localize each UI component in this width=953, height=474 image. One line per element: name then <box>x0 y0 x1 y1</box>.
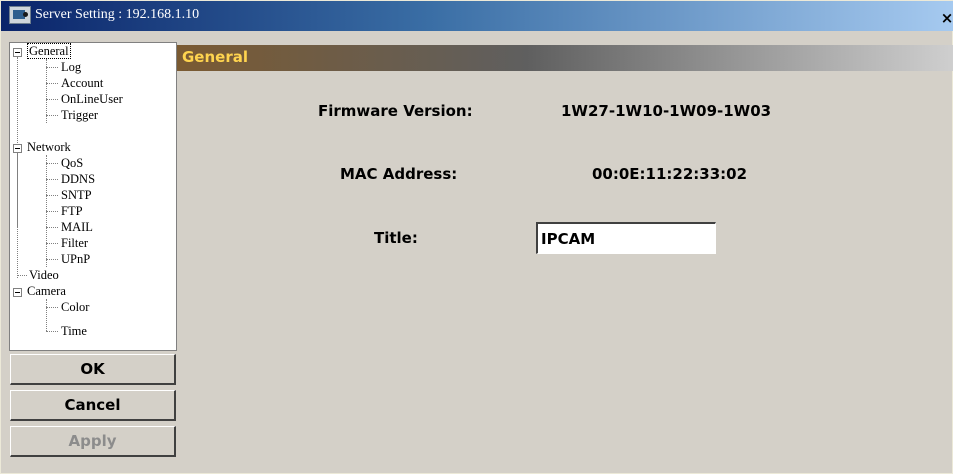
tree-connector <box>46 59 47 123</box>
tree-connector <box>46 331 58 332</box>
window-title: Server Setting : 192.168.1.10 <box>35 7 200 22</box>
ok-button[interactable]: OK <box>10 354 176 385</box>
mac-address-value: 00:0E:11:22:33:02 <box>592 165 748 183</box>
tree-item-time[interactable]: Time <box>61 323 87 339</box>
tree-connector <box>46 299 47 331</box>
camera-app-icon <box>9 6 31 24</box>
tree-connector <box>46 163 58 164</box>
tree-item-qos[interactable]: QoS <box>61 155 83 171</box>
tree-item-sntp[interactable]: SNTP <box>61 187 92 203</box>
tree-item-onlineuser[interactable]: OnLineUser <box>61 91 123 107</box>
tree-connector <box>46 179 58 180</box>
tree-item-camera[interactable]: Camera <box>27 283 66 299</box>
tree-connector <box>46 227 58 228</box>
tree-item-mail[interactable]: MAIL <box>61 219 93 235</box>
tree-connector <box>46 195 58 196</box>
collapse-icon[interactable] <box>13 48 22 57</box>
apply-button[interactable]: Apply <box>10 426 176 457</box>
tree-item-upnp[interactable]: UPnP <box>61 251 90 267</box>
collapse-icon[interactable] <box>13 144 22 153</box>
title-bar[interactable]: Server Setting : 192.168.1.10 × <box>1 1 953 31</box>
tree-connector <box>17 275 27 276</box>
tree-connector <box>46 307 58 308</box>
tree-item-video[interactable]: Video <box>29 267 59 283</box>
tree-connector <box>17 153 18 278</box>
firmware-version-label: Firmware Version: <box>318 102 473 120</box>
tree-connector <box>46 259 58 260</box>
server-setting-window: Server Setting : 192.168.1.10 × General … <box>0 0 953 474</box>
tree-connector <box>46 115 58 116</box>
tree-item-filter[interactable]: Filter <box>61 235 88 251</box>
tree-item-trigger[interactable]: Trigger <box>61 107 98 123</box>
mac-address-label: MAC Address: <box>340 165 458 183</box>
panel-title: General <box>182 48 248 66</box>
tree-connector <box>46 83 58 84</box>
tree-connector <box>46 211 58 212</box>
firmware-version-value: 1W27-1W10-1W09-1W03 <box>561 102 772 120</box>
tree-item-account[interactable]: Account <box>61 75 103 91</box>
title-label: Title: <box>374 229 418 247</box>
tree-item-log[interactable]: Log <box>61 59 81 75</box>
tree-connector <box>46 99 58 100</box>
cancel-button[interactable]: Cancel <box>10 390 176 421</box>
tree-connector <box>46 243 58 244</box>
tree-item-general[interactable]: General <box>27 43 71 59</box>
camera-lens-icon-part <box>23 12 28 17</box>
tree-connector <box>46 67 58 68</box>
tree-item-ddns[interactable]: DDNS <box>61 171 95 187</box>
panel-header: General <box>177 45 953 71</box>
tree-item-network[interactable]: Network <box>27 139 71 155</box>
close-icon[interactable]: × <box>940 10 953 26</box>
title-input[interactable] <box>536 222 716 254</box>
tree-item-color[interactable]: Color <box>61 299 89 315</box>
settings-tree[interactable]: General Log Account OnLineUser Trigger N… <box>9 42 177 351</box>
tree-item-ftp[interactable]: FTP <box>61 203 83 219</box>
collapse-icon[interactable] <box>13 288 22 297</box>
